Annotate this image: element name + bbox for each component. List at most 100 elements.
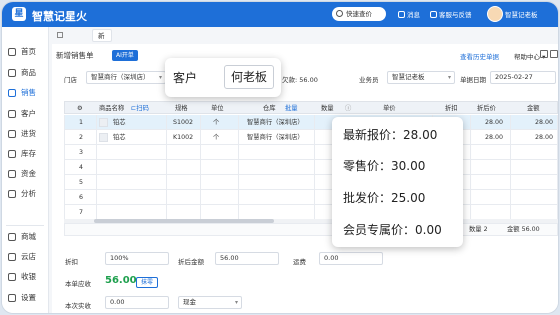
help-feedback-label: 客服与反馈 [439,11,472,19]
col-price: 单价 [383,105,396,112]
product-spec: S1002 [173,119,194,126]
col-unit: 单位 [211,105,224,112]
page-title: 新增销售单 [56,51,94,60]
shipping-input[interactable]: 0.00 [319,252,383,265]
sidebar-item-customers[interactable]: 客户 [2,103,49,125]
discounted-price-value[interactable]: 28.00 [485,115,503,130]
product-unit[interactable]: 个 [213,115,219,130]
receipt-icon [8,89,16,97]
history-link[interactable]: 查看历史单据 [460,51,499,61]
sidebar-item-funds[interactable]: 资金 [2,163,49,185]
quick-price-search[interactable]: 快速查价 [332,7,386,21]
sidebar-item-products[interactable]: 商品 [2,62,49,84]
after-discount-input[interactable]: 56.00 [215,252,279,265]
app-name: 智慧记星火 [32,10,87,23]
discount-input[interactable]: 100% [105,252,169,265]
table-row[interactable]: 6 [64,190,558,205]
table-row[interactable]: 1 铂芯 S1002 个 智慧商行（深圳店） 28.00 28.00 [64,115,558,130]
sidebar-item-label: 客户 [21,109,36,118]
tab-new-sales-order[interactable]: 新增销售单× [92,29,113,105]
paid-input[interactable]: 0.00 [105,296,169,309]
messages-button[interactable]: 消息 [398,9,420,19]
row-number: 5 [79,179,84,186]
wallet-icon [8,170,16,178]
col-amount: 金额 [527,105,540,112]
col-warehouse: 仓库 [263,105,276,112]
table-row[interactable]: 4 [64,160,558,175]
headset-icon [430,11,437,18]
ai-order-button[interactable]: AI开单 [112,50,138,61]
date-picker[interactable]: 2025-02-27 [490,71,556,84]
help-feedback-button[interactable]: 客服与反馈 [430,9,472,19]
sidebar-item-inventory[interactable]: 库存 [2,143,49,165]
sidebar-item-cashier[interactable]: 收银 [2,266,49,288]
amount-value[interactable]: 28.00 [535,115,553,130]
help-label: 帮助中心 [514,53,540,61]
user-icon [8,110,16,118]
table-summary-row: 数量 2 金额 56.00 [64,223,558,236]
sidebar-item-sales[interactable]: 销售 [2,82,49,104]
customer-input[interactable]: 何老板 [224,65,274,89]
amount-value[interactable]: 28.00 [535,130,553,145]
summary-qty: 数量 2 [469,223,488,236]
column-settings-icon[interactable]: ⚙ [77,102,83,115]
tab-home[interactable]: 首页 [52,29,70,65]
sidebar-item-label: 库存 [21,149,36,158]
store-label: 门店 [64,76,77,84]
close-panel-icon[interactable] [550,50,558,58]
product-unit[interactable]: 个 [213,130,219,145]
shop-icon [8,233,16,241]
row-number: 4 [79,164,84,171]
shipping-label: 运费 [293,258,306,266]
user-name[interactable]: 智慧记老板 [505,9,538,19]
table-row[interactable]: 7 [64,205,558,220]
chart-icon [8,190,16,198]
sidebar-item-cloud-store[interactable]: 云店 [2,246,49,268]
cart-icon [8,130,16,138]
payment-method-select[interactable]: 现金 ▾ [178,296,242,309]
date-label: 单据日期 [460,76,486,84]
col-name: 商品名称 [99,105,125,112]
table-header: ⚙ 商品名称 ⊏扫码 规格 单位 仓库 批量 数量 ⓘ 单价 折扣 折后价 金额 [64,101,558,114]
product-name[interactable]: 铂芯 [113,130,126,145]
sidebar-item-label: 收银 [21,272,36,281]
scan-button[interactable]: ⊏扫码 [131,102,149,115]
summary-qty-value: 2 [483,226,488,233]
store-select[interactable]: 智慧商行（深圳店） ▾ [86,71,166,84]
salesperson-select[interactable]: 智慧记老板 ▾ [387,71,455,84]
sidebar-item-label: 资金 [21,169,36,178]
product-warehouse[interactable]: 智慧商行（深圳店） [247,115,304,130]
erase-change-button[interactable]: 抹零 [136,277,159,288]
column-divider [314,115,315,219]
product-name[interactable]: 铂芯 [113,115,126,130]
sidebar-item-label: 商城 [21,232,36,241]
sidebar-item-purchase[interactable]: 进货 [2,123,49,145]
table-row[interactable]: 2 铂芯 K1002 个 智慧商行（深圳店） 28.00 28.00 [64,130,558,145]
sidebar-item-analysis[interactable]: 分析 [2,183,49,205]
sidebar-item-home[interactable]: 首页 [2,41,49,63]
column-divider [238,115,239,219]
discounted-price-value[interactable]: 28.00 [485,130,503,145]
customer-popup: 客户 何老板 [165,58,281,97]
sidebar-item-settings[interactable]: 设置 [2,287,49,309]
batch-button[interactable]: 批量 [285,102,298,115]
user-avatar[interactable] [487,6,503,22]
sidebar-item-label: 销售 [21,88,36,97]
table-row[interactable]: 5 [64,175,558,190]
sidebar-item-label: 云店 [21,252,36,261]
expand-icon[interactable] [540,50,548,58]
product-spec: K1002 [173,134,194,141]
sidebar-item-mall[interactable]: 商城 [2,226,49,248]
app-logo: 星 [12,7,26,21]
row-number: 2 [79,134,84,141]
receivable-amount: 56.00 [105,275,137,286]
product-warehouse[interactable]: 智慧商行（深圳店） [247,130,304,145]
price-info-popup: 最新报价：28.00 零售价：30.00 批发价：25.00 会员专属价：0.0… [332,117,463,247]
warehouse-icon [8,150,16,158]
column-divider [96,115,97,219]
sidebar-item-label: 设置 [21,293,36,302]
search-icon [336,10,343,17]
payment-method-value: 现金 [183,298,196,306]
table-row[interactable]: 3 [64,145,558,160]
home-icon [8,48,16,56]
